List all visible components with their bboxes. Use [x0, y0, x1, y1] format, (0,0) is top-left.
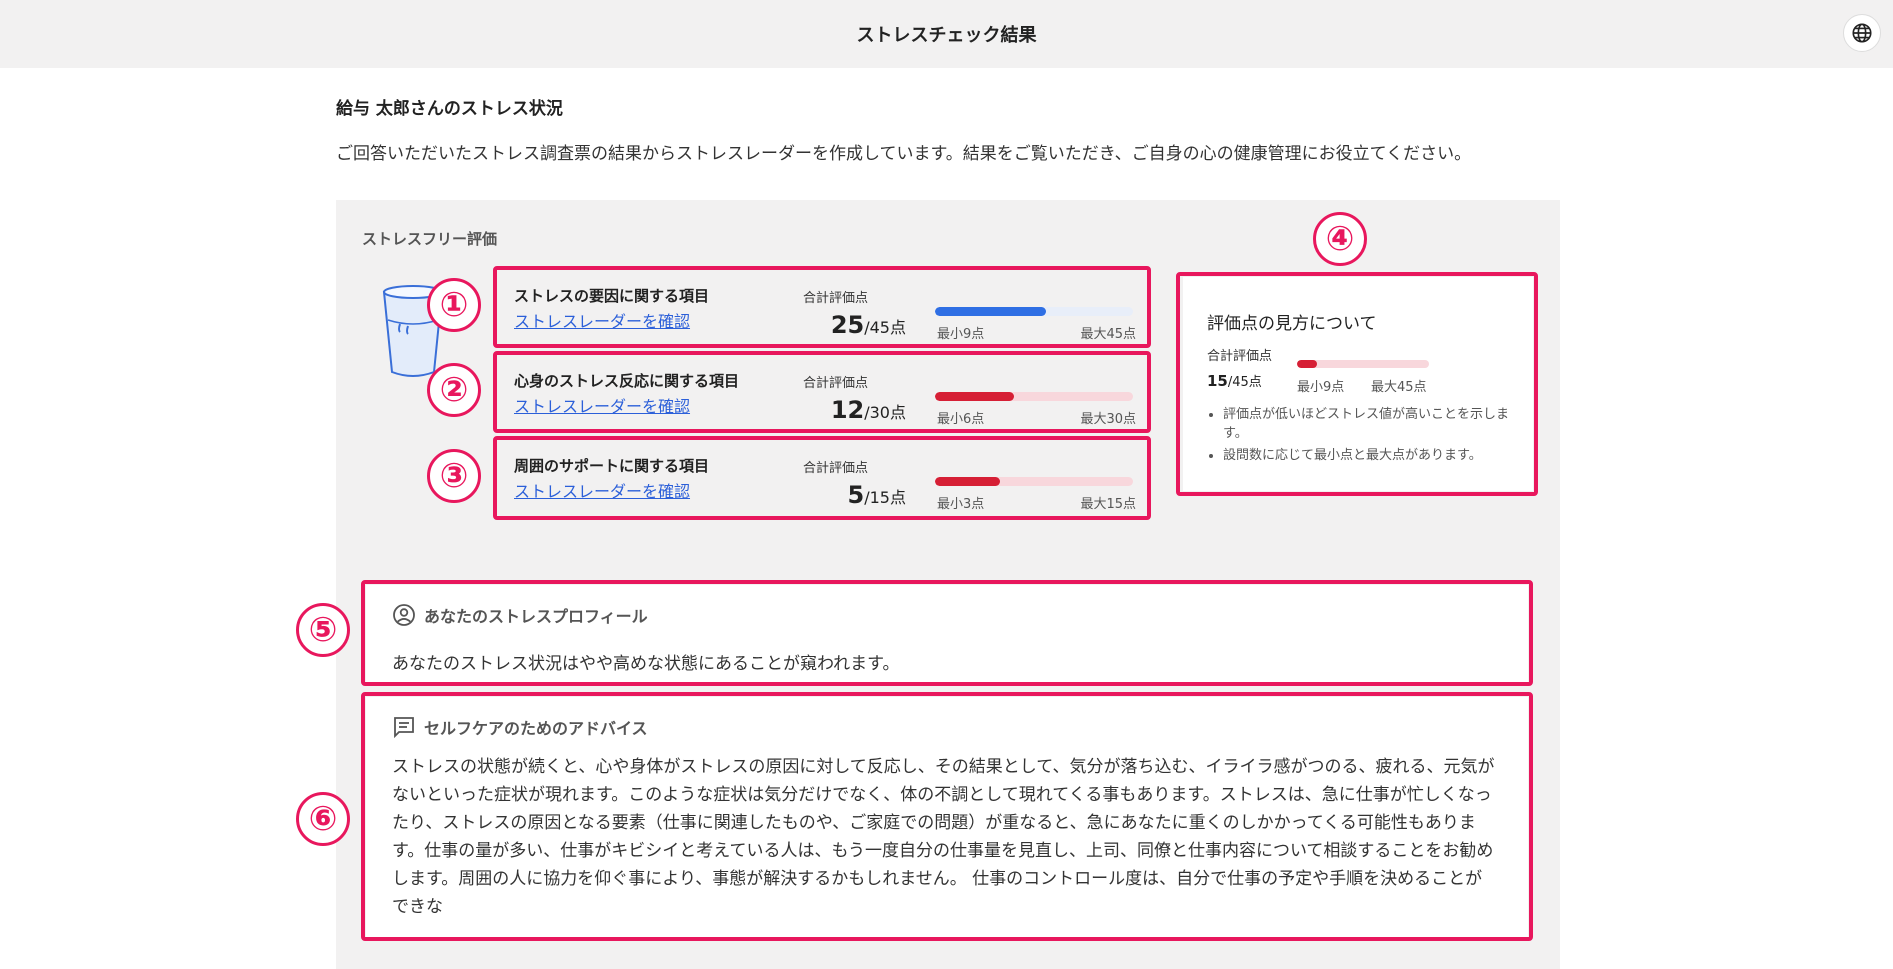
annotation-marker-2: ②: [427, 363, 481, 417]
highlight-1: [493, 266, 1151, 348]
highlight-2: [493, 351, 1151, 433]
globe-icon: [1852, 23, 1872, 43]
language-button[interactable]: [1843, 14, 1881, 52]
annotation-marker-3: ③: [427, 449, 481, 503]
evaluation-title: ストレスフリー評価: [362, 230, 498, 248]
highlight-3: [493, 436, 1151, 520]
annotation-marker-5: ⑤: [296, 603, 350, 657]
header-bar: ストレスチェック結果: [0, 0, 1893, 68]
page-title: ストレスチェック結果: [856, 25, 1037, 46]
user-stress-heading: 給与 太郎さんのストレス状況: [336, 99, 563, 119]
highlight-4: [1176, 272, 1538, 496]
annotation-marker-6: ⑥: [296, 792, 350, 846]
intro-text: ご回答いただいたストレス調査票の結果からストレスレーダーを作成しています。結果を…: [336, 144, 1472, 164]
annotation-marker-4: ④: [1313, 212, 1367, 266]
highlight-5: [361, 580, 1533, 686]
highlight-6: [361, 692, 1533, 941]
annotation-marker-1: ①: [427, 278, 481, 332]
